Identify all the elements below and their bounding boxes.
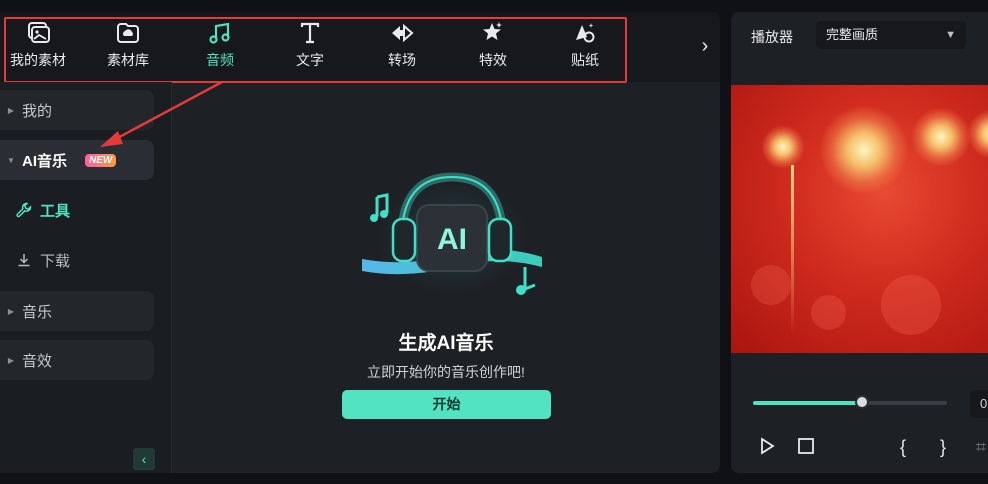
sidebar-item-label: 我的 bbox=[22, 102, 53, 120]
caret-right-icon: ▶ bbox=[7, 105, 15, 115]
tab-label: 音频 bbox=[206, 52, 234, 68]
sidebar-item-label: 音乐 bbox=[22, 303, 53, 321]
stop-icon[interactable] bbox=[796, 436, 816, 461]
ai-hero-text: AI bbox=[437, 223, 467, 256]
playback-timeline[interactable] bbox=[753, 395, 947, 409]
sidebar-item-ai-music[interactable]: ▼ AI音乐 NEW bbox=[0, 140, 154, 180]
media-panel: 我的素材 素材库 音频 文字 转场 特效 贴纸 › ▶ 我的 ▼ AI音乐 NE… bbox=[0, 12, 720, 473]
wrench-icon bbox=[16, 202, 32, 218]
tab-label: 特效 bbox=[479, 52, 507, 68]
sidebar-item-sound-effects[interactable]: ▶ 音效 bbox=[0, 340, 154, 380]
preview-trail bbox=[791, 165, 794, 335]
mark-out-icon[interactable]: } bbox=[933, 436, 953, 458]
timeline-progress bbox=[753, 401, 862, 405]
caret-right-icon: ▶ bbox=[7, 355, 15, 365]
sidebar-item-label: 工具 bbox=[40, 202, 71, 220]
sidebar-item-music[interactable]: ▶ 音乐 bbox=[0, 291, 154, 331]
chevron-right-icon[interactable]: › bbox=[694, 34, 716, 58]
effects-icon bbox=[483, 22, 502, 40]
sidebar-subitem-download[interactable]: 下载 bbox=[16, 245, 70, 275]
mark-in-icon[interactable]: { bbox=[893, 436, 913, 458]
preview-firework bbox=[819, 105, 909, 195]
quality-value: 完整画质 bbox=[826, 27, 879, 42]
player-panel: 播放器 完整画质 ▼ 0 { } ⌗ bbox=[731, 12, 988, 473]
tab-label: 我的素材 bbox=[10, 52, 66, 68]
preview-firework bbox=[761, 125, 805, 169]
sidebar-item-label: 下载 bbox=[40, 252, 71, 270]
text-icon bbox=[300, 22, 320, 44]
player-label: 播放器 bbox=[751, 29, 793, 45]
preview-bokeh bbox=[881, 275, 941, 335]
ai-music-title: 生成AI音乐 bbox=[398, 333, 494, 354]
music-note-icon bbox=[209, 22, 230, 44]
stock-library-icon bbox=[117, 23, 139, 43]
ai-headphones-illustration: AI bbox=[362, 169, 542, 305]
tab-stock-library[interactable]: 素材库 bbox=[88, 20, 168, 70]
new-badge: NEW bbox=[85, 153, 117, 167]
video-preview[interactable] bbox=[731, 85, 988, 353]
tab-my-media[interactable]: 我的素材 bbox=[0, 20, 78, 70]
chevron-down-icon: ▼ bbox=[945, 29, 956, 41]
sticker-icon bbox=[576, 23, 595, 43]
play-icon[interactable] bbox=[757, 436, 777, 461]
snapshot-icon[interactable]: ⌗ bbox=[971, 436, 988, 458]
category-sidebar: ▶ 我的 ▼ AI音乐 NEW 工具 下载 ▶ 音乐 ▶ 音效 ‹ bbox=[0, 82, 172, 473]
sidebar-item-label: AI音乐 bbox=[22, 152, 68, 170]
tab-label: 贴纸 bbox=[571, 52, 599, 68]
sidebar-item-mine[interactable]: ▶ 我的 bbox=[0, 90, 154, 130]
my-media-icon bbox=[28, 22, 50, 43]
download-icon bbox=[18, 254, 30, 267]
collapse-sidebar-button[interactable]: ‹ bbox=[133, 448, 155, 470]
timeline-handle[interactable] bbox=[854, 395, 869, 409]
tab-sticker[interactable]: 贴纸 bbox=[545, 20, 625, 70]
time-field[interactable]: 0 bbox=[970, 390, 988, 418]
tab-label: 转场 bbox=[388, 52, 416, 68]
preview-bokeh bbox=[751, 265, 791, 305]
tab-label: 素材库 bbox=[107, 52, 149, 68]
tab-effects[interactable]: 特效 bbox=[453, 20, 533, 70]
quality-dropdown[interactable]: 完整画质 ▼ bbox=[816, 21, 966, 49]
tab-text[interactable]: 文字 bbox=[270, 20, 350, 70]
tab-audio[interactable]: 音频 bbox=[180, 20, 260, 70]
sidebar-item-label: 音效 bbox=[22, 352, 53, 370]
preview-firework bbox=[911, 107, 971, 167]
preview-bokeh bbox=[811, 295, 846, 330]
caret-down-icon: ▼ bbox=[7, 155, 15, 165]
preview-firework bbox=[967, 109, 988, 159]
caret-right-icon: ▶ bbox=[7, 306, 15, 316]
tab-label: 文字 bbox=[296, 52, 324, 68]
top-toolbar: 我的素材 素材库 音频 文字 转场 特效 贴纸 › bbox=[0, 12, 720, 83]
tab-transition[interactable]: 转场 bbox=[362, 20, 442, 70]
start-button[interactable]: 开始 bbox=[342, 390, 551, 419]
sidebar-subitem-tools[interactable]: 工具 bbox=[16, 195, 70, 225]
ai-music-subtitle: 立即开始你的音乐创作吧! bbox=[367, 364, 525, 380]
transition-icon bbox=[392, 23, 414, 43]
ai-music-content: AI 生成AI音乐 立即开始你的音乐创作吧! 开始 bbox=[172, 82, 720, 473]
